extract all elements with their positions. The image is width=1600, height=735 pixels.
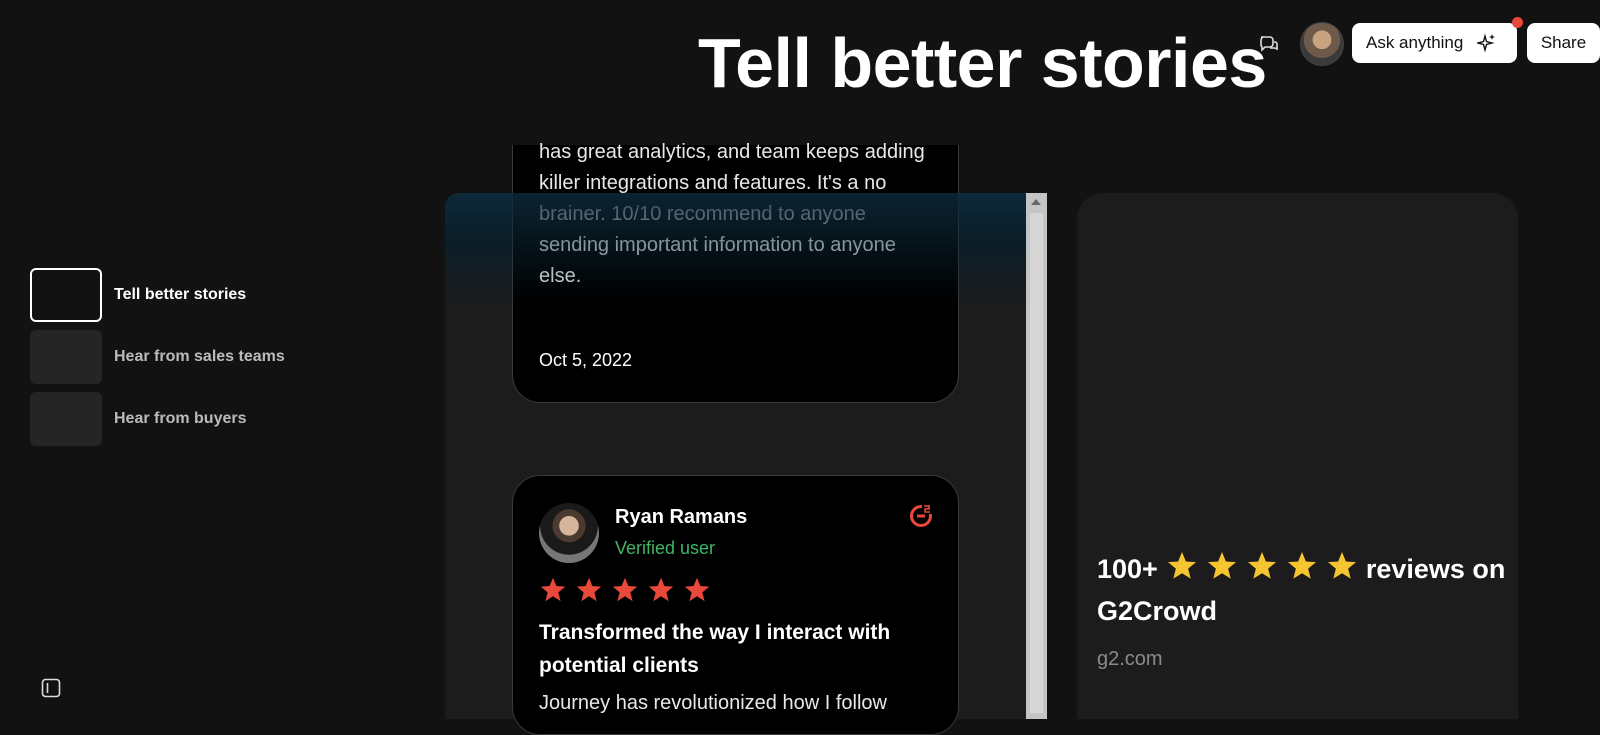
scroll-track[interactable]: [1030, 213, 1043, 713]
scroll-up-icon[interactable]: [1031, 199, 1041, 205]
share-label: Share: [1540, 33, 1587, 52]
nav-thumbnail: [30, 330, 102, 384]
ask-anything-label: Ask anything: [1366, 33, 1464, 52]
g2-logo-icon: [910, 504, 934, 527]
nav-item-hear-from-sales-teams[interactable]: Hear from sales teams: [30, 330, 285, 384]
nav-item-tell-better-stories[interactable]: Tell better stories: [30, 268, 285, 322]
review-date: Oct 5, 2022: [539, 350, 633, 370]
g2-summary-stars: [1166, 550, 1358, 582]
comment-icon[interactable]: [1258, 34, 1278, 54]
star-icon: [576, 577, 602, 602]
ask-anything-button[interactable]: Ask anything: [1352, 17, 1523, 63]
review-body: Journey has revolutionized how I follow: [539, 692, 887, 714]
star-icon: [1327, 552, 1356, 579]
section-nav: Tell better stories Hear from sales team…: [30, 268, 285, 454]
nav-item-label: Tell better stories: [114, 286, 247, 303]
page-title: Tell better stories: [698, 24, 1267, 102]
star-icon: [648, 577, 674, 602]
nav-thumbnail: [30, 392, 102, 446]
nav-item-label: Hear from buyers: [114, 410, 247, 427]
star-icon: [1287, 552, 1316, 579]
reviewer-avatar: [539, 503, 599, 563]
review-title: Transformed the way I interact with pote…: [539, 621, 891, 677]
nav-item-label: Hear from sales teams: [114, 348, 285, 365]
g2-link[interactable]: g2.com: [1097, 648, 1163, 671]
share-button[interactable]: Share: [1527, 23, 1600, 63]
sparkle-icon: [1477, 33, 1496, 53]
reviewer-name: Ryan Ramans: [615, 506, 748, 528]
nav-thumbnail: [30, 268, 102, 322]
star-icon: [684, 577, 710, 602]
review-stars: [539, 576, 711, 604]
sidebar-toggle-icon[interactable]: [41, 678, 61, 698]
star-icon: [540, 577, 566, 602]
scrollbar[interactable]: [1026, 193, 1047, 719]
star-icon: [612, 577, 638, 602]
g2-summary-card: 100+ reviews on G2Crowd g2.com: [1077, 193, 1518, 719]
review-text: has great analytics, and team keeps addi…: [539, 141, 925, 287]
review-card: Ryan Ramans Verified user Transformed th…: [512, 475, 959, 735]
review-card: has great analytics, and team keeps addi…: [512, 141, 959, 403]
star-icon: [1207, 552, 1236, 579]
nav-item-hear-from-buyers[interactable]: Hear from buyers: [30, 392, 285, 446]
star-icon: [1247, 552, 1276, 579]
verified-status: Verified user: [615, 538, 716, 558]
notification-dot: [1512, 17, 1523, 28]
user-avatar[interactable]: [1300, 22, 1344, 66]
star-icon: [1167, 552, 1196, 579]
review-count: 100+: [1097, 554, 1158, 584]
g2-summary-headline: 100+ reviews on G2Crowd: [1097, 548, 1507, 632]
